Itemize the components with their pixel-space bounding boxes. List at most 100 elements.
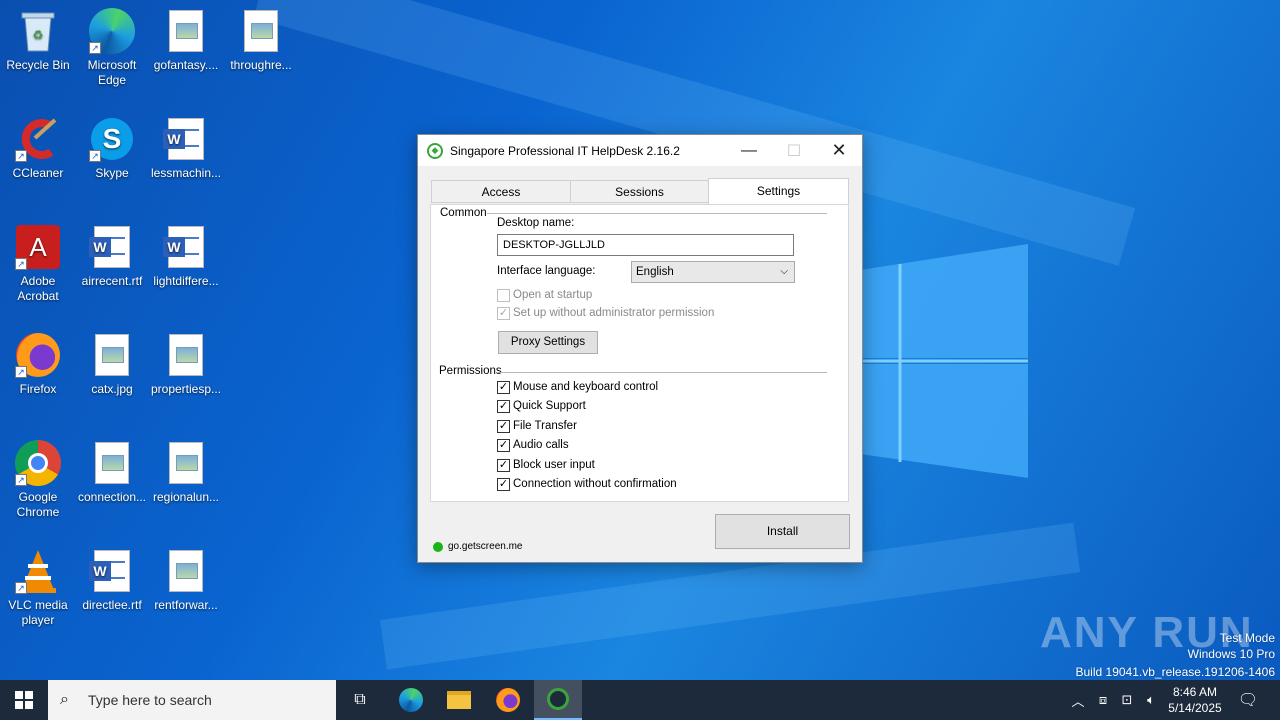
desktop-icon-catx[interactable]: catx.jpg <box>74 332 150 397</box>
desktop-icon-ccleaner[interactable]: ↗ CCleaner <box>0 116 76 181</box>
setup-without-admin-checkbox[interactable]: ✓ Set up without administrator permissio… <box>497 305 714 321</box>
desktop-icon-propertiesp[interactable]: propertiesp... <box>148 332 224 397</box>
windows-edition-text: Windows 10 Pro <box>1187 647 1275 661</box>
task-view-icon: ⧉ <box>354 691 366 708</box>
taskbar: ⌕ Type here to search ⧉ ︿ ⧈ ⊡ 🔈︎ 8:46 AM… <box>0 680 1280 720</box>
settings-panel: Common Desktop name: DESKTOP-JGLLJLD Int… <box>430 204 849 502</box>
proxy-settings-button[interactable]: Proxy Settings <box>498 331 598 354</box>
taskbar-firefox[interactable] <box>487 680 529 720</box>
permission-quick-support[interactable]: ✓ Quick Support <box>497 398 586 414</box>
desktop-icon-skype[interactable]: S ↗ Skype <box>74 116 150 181</box>
svg-text:♻: ♻ <box>33 28 44 42</box>
word-doc-icon: W <box>89 224 135 270</box>
start-button[interactable] <box>0 680 48 720</box>
show-hidden-icons-button[interactable]: ︿ <box>1068 680 1088 720</box>
desktop-icon-airrecent[interactable]: W airrecent.rtf <box>74 224 150 289</box>
taskbar-edge[interactable] <box>390 680 432 720</box>
close-button[interactable]: ✕ <box>816 135 862 166</box>
taskbar-file-explorer[interactable] <box>438 680 480 720</box>
open-at-startup-checkbox[interactable]: Open at startup <box>497 287 592 303</box>
tab-sessions[interactable]: Sessions <box>570 180 709 203</box>
taskbar-clock[interactable]: 8:46 AM 5/14/2025 <box>1160 684 1230 716</box>
tab-settings[interactable]: Settings <box>708 178 849 204</box>
checkbox-label: Mouse and keyboard control <box>513 381 659 393</box>
title-bar[interactable]: ◆ Singapore Professional IT HelpDesk 2.1… <box>418 135 862 166</box>
desktop-icon-throughre[interactable]: throughre... <box>223 8 299 73</box>
checkbox-label: Connection without confirmation <box>513 478 677 490</box>
icon-label: lightdiffere... <box>153 274 219 288</box>
maximize-button[interactable]: ☐ <box>771 135 817 166</box>
desktop-icon-rentforwar[interactable]: rentforwar... <box>148 548 224 613</box>
vlc-icon: ↗ <box>15 548 61 594</box>
helpdesk-window: ◆ Singapore Professional IT HelpDesk 2.1… <box>417 134 863 563</box>
icon-label: gofantasy.... <box>153 58 219 72</box>
permission-audio-calls[interactable]: ✓ Audio calls <box>497 437 569 453</box>
checkbox-label: File Transfer <box>513 420 577 432</box>
checkbox-box: ✓ <box>497 399 510 413</box>
checkbox-label: Quick Support <box>513 400 586 412</box>
desktop-icon-lessmachin[interactable]: W lessmachin... <box>148 116 224 181</box>
checkbox-label: Audio calls <box>513 439 569 451</box>
language-select[interactable]: English ⌵ <box>631 261 795 283</box>
icon-label: Recycle Bin <box>6 58 70 72</box>
edge-icon <box>399 688 423 712</box>
icon-label: catx.jpg <box>91 382 133 396</box>
image-file-icon <box>163 332 209 378</box>
desktop-icon-gofantasy[interactable]: gofantasy.... <box>148 8 224 73</box>
test-mode-text: Test Mode <box>1219 631 1275 645</box>
desktop-icon-lightdiffere[interactable]: W lightdiffere... <box>148 224 224 289</box>
taskbar-search-box[interactable]: ⌕ Type here to search <box>48 680 336 720</box>
connection-status: go.getscreen.me <box>433 541 523 552</box>
image-file-icon <box>89 332 135 378</box>
task-view-button[interactable]: ⧉ <box>340 680 380 720</box>
minimize-button[interactable]: — <box>726 135 772 166</box>
permission-file-transfer[interactable]: ✓ File Transfer <box>497 418 577 434</box>
build-text: Build 19041.vb_release.191206-1406 <box>1075 665 1276 679</box>
recycle-bin-icon: ♻ <box>15 8 61 54</box>
desktop-name-input[interactable]: DESKTOP-JGLLJLD <box>497 234 794 256</box>
icon-label: propertiesp... <box>150 382 222 396</box>
permission-mouse-keyboard[interactable]: ✓ Mouse and keyboard control <box>497 379 658 395</box>
desktop-icon-google-chrome[interactable]: ↗ Google Chrome <box>0 440 76 520</box>
group-divider <box>497 372 827 373</box>
icon-label: connection... <box>77 490 147 504</box>
ccleaner-icon: ↗ <box>15 116 61 162</box>
desktop-icon-recycle-bin[interactable]: ♻ Recycle Bin <box>0 8 76 73</box>
desktop-icon-regionalun[interactable]: regionalun... <box>148 440 224 505</box>
icon-label: directlee.rtf <box>82 598 142 612</box>
desktop-icon-microsoft-edge[interactable]: ↗ Microsoft Edge <box>74 8 150 88</box>
taskbar-helpdesk-app[interactable] <box>534 680 582 720</box>
install-button[interactable]: Install <box>715 514 850 549</box>
tab-access[interactable]: Access <box>431 180 571 203</box>
checkbox-box: ✓ <box>497 438 510 452</box>
desktop-icon-adobe-acrobat[interactable]: A ↗ Adobe Acrobat <box>0 224 76 304</box>
icon-label: Skype <box>95 166 129 180</box>
chevron-up-icon: ︿ <box>1071 693 1085 709</box>
desktop-icon-connection[interactable]: connection... <box>74 440 150 505</box>
checkbox-box: ✓ <box>497 306 510 320</box>
icon-label: Microsoft Edge <box>87 58 137 87</box>
tray-device-icon[interactable]: ⧈ <box>1093 680 1113 720</box>
status-dot-icon <box>433 541 443 552</box>
desktop-icon-vlc[interactable]: ↗ VLC media player <box>0 548 76 628</box>
desktop-icon-firefox[interactable]: ↗ Firefox <box>0 332 76 397</box>
app-logo-icon <box>547 688 569 710</box>
app-logo-icon: ◆ <box>427 142 443 159</box>
windows-logo-wallpaper <box>860 244 1028 478</box>
notifications-button[interactable]: 🗨︎ <box>1236 680 1260 720</box>
firefox-icon: ↗ <box>15 332 61 378</box>
volume-icon[interactable]: 🔈︎ <box>1140 680 1162 720</box>
chevron-down-icon: ⌵ <box>780 266 788 277</box>
desktop-icon-directlee[interactable]: W directlee.rtf <box>74 548 150 613</box>
permission-no-confirmation[interactable]: ✓ Connection without confirmation <box>497 476 677 492</box>
permission-block-input[interactable]: ✓ Block user input <box>497 457 595 473</box>
image-file-icon <box>163 8 209 54</box>
edge-icon: ↗ <box>89 8 135 54</box>
checkbox-box: ✓ <box>497 477 510 491</box>
common-group-title: Common <box>440 207 487 219</box>
network-icon[interactable]: ⊡ <box>1116 680 1138 720</box>
icon-label: Adobe Acrobat <box>17 274 59 303</box>
status-text: go.getscreen.me <box>448 541 523 552</box>
folder-icon <box>447 691 471 709</box>
clock-time: 8:46 AM <box>1172 685 1218 699</box>
